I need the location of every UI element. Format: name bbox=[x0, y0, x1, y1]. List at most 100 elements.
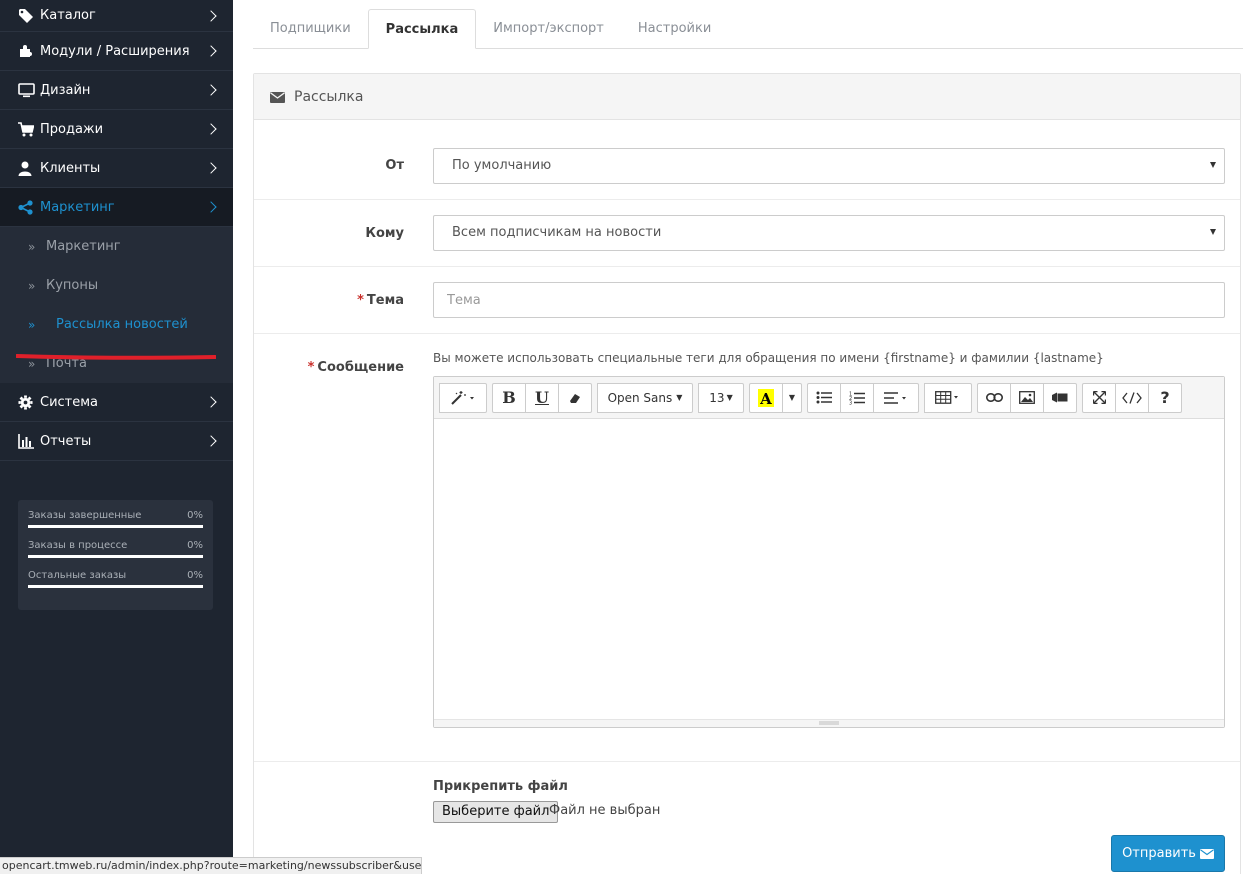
bar-chart-icon bbox=[18, 433, 36, 449]
fullscreen-button[interactable] bbox=[1082, 382, 1116, 413]
send-button[interactable]: Отправить bbox=[1111, 835, 1225, 872]
bold-button[interactable]: B bbox=[492, 382, 526, 413]
submenu-item-coupons[interactable]: » Купоны bbox=[0, 266, 233, 305]
fullscreen-icon bbox=[1092, 391, 1106, 404]
editor-content-area[interactable] bbox=[434, 419, 1224, 719]
red-underline-annotation bbox=[16, 354, 216, 360]
sidebar-item-marketing[interactable]: Маркетинг bbox=[0, 188, 233, 227]
panel-heading: Рассылка bbox=[254, 74, 1240, 120]
from-row: От По умолчанию bbox=[254, 120, 1240, 200]
color-dropdown-button[interactable]: ▼ bbox=[782, 382, 802, 413]
double-chevron-icon: » bbox=[28, 278, 36, 293]
tab-subscribers[interactable]: Подпищики bbox=[253, 9, 368, 49]
submenu-item-marketing[interactable]: » Маркетинг bbox=[0, 227, 233, 266]
font-size-dropdown[interactable]: 13 ▼ bbox=[698, 382, 744, 413]
envelope-icon bbox=[270, 91, 285, 103]
order-stats: Заказы завершенные 0% Заказы в процессе 0%… bbox=[18, 500, 213, 610]
submenu-item-mail[interactable]: » Почта bbox=[0, 344, 233, 383]
to-select[interactable]: Всем подписчикам на новости bbox=[433, 215, 1225, 251]
stat-other: Остальные заказы 0% bbox=[28, 570, 203, 588]
submenu-item-label: Маркетинг bbox=[46, 239, 121, 254]
sidebar-item-sales[interactable]: Продажи bbox=[0, 110, 233, 149]
submenu-item-newsletter[interactable]: » Рассылка новостей bbox=[0, 305, 233, 344]
sidebar-item-label: Клиенты bbox=[40, 160, 101, 176]
chevron-right-icon bbox=[205, 45, 217, 57]
help-button[interactable]: ? bbox=[1148, 382, 1182, 413]
submenu-item-label: Рассылка новостей bbox=[56, 317, 188, 332]
video-icon bbox=[1052, 392, 1068, 403]
video-button[interactable] bbox=[1043, 382, 1077, 413]
eraser-button[interactable] bbox=[558, 382, 592, 413]
chevron-right-icon bbox=[205, 9, 217, 22]
double-chevron-icon: » bbox=[28, 239, 36, 254]
monitor-icon bbox=[18, 82, 36, 98]
from-select[interactable]: По умолчанию bbox=[433, 148, 1225, 184]
to-select-value: Всем подписчикам на новости bbox=[452, 225, 662, 240]
sidebar-item-customers[interactable]: Клиенты bbox=[0, 149, 233, 188]
subject-label: * Тема bbox=[357, 293, 404, 308]
newsletter-panel: Рассылка От По умолчанию Кому Всем подпи… bbox=[253, 73, 1241, 874]
svg-text:A: A bbox=[759, 390, 772, 407]
share-icon bbox=[18, 199, 36, 215]
choose-file-button[interactable]: Выберите файл bbox=[433, 801, 559, 823]
sidebar-item-label: Система bbox=[40, 394, 99, 410]
editor-toolbar: B U Open Sans ▼ 13 ▼ A ▼ 1 2 3 ? bbox=[434, 377, 1224, 419]
tab-settings[interactable]: Настройки bbox=[621, 9, 728, 49]
code-view-button[interactable] bbox=[1115, 382, 1149, 413]
unordered-list-icon bbox=[816, 391, 832, 404]
from-select-value: По умолчанию bbox=[452, 158, 552, 173]
stat-progress-bar bbox=[28, 585, 203, 588]
sidebar-item-label: Отчеты bbox=[40, 433, 92, 449]
unordered-list-button[interactable] bbox=[807, 382, 841, 413]
subject-input[interactable] bbox=[433, 282, 1225, 318]
sidebar-item-extensions[interactable]: Модули / Расширения bbox=[0, 32, 233, 71]
sidebar-item-design[interactable]: Дизайн bbox=[0, 71, 233, 110]
ordered-list-button[interactable]: 123 bbox=[840, 382, 874, 413]
paragraph-group: 123 bbox=[807, 382, 919, 413]
double-chevron-icon: » bbox=[28, 317, 36, 332]
chevron-right-icon bbox=[205, 84, 217, 96]
stat-progress-bar bbox=[28, 525, 203, 528]
stat-value: 0% bbox=[187, 540, 203, 551]
caret-down-icon bbox=[1210, 162, 1216, 168]
font-name-group: Open Sans ▼ bbox=[597, 382, 693, 413]
caret-down-icon: ▼ bbox=[788, 393, 796, 402]
link-button[interactable] bbox=[977, 382, 1011, 413]
font-family-dropdown[interactable]: Open Sans ▼ bbox=[597, 382, 693, 413]
sidebar-item-system[interactable]: Система bbox=[0, 383, 233, 422]
sidebar-item-catalog[interactable]: Каталог bbox=[0, 0, 233, 32]
user-icon bbox=[18, 160, 36, 176]
magic-wand-button[interactable] bbox=[439, 382, 487, 413]
sidebar-item-reports[interactable]: Отчеты bbox=[0, 422, 233, 461]
stat-value: 0% bbox=[187, 570, 203, 581]
stat-label: Заказы завершенные bbox=[28, 510, 142, 521]
font-family-value: Open Sans bbox=[607, 390, 673, 405]
file-status-text: Файл не выбран bbox=[549, 803, 661, 818]
rich-text-editor: B U Open Sans ▼ 13 ▼ A ▼ 1 2 3 ? bbox=[433, 376, 1225, 728]
text-color-button[interactable]: A bbox=[749, 382, 783, 413]
envelope-icon bbox=[1199, 848, 1214, 859]
chevron-right-icon bbox=[205, 435, 217, 447]
stat-label: Заказы в процессе bbox=[28, 540, 128, 551]
subject-label-text: Тема bbox=[366, 293, 404, 308]
align-dropdown-button[interactable] bbox=[873, 382, 919, 413]
message-hint: Вы можете использовать специальные теги … bbox=[433, 351, 1104, 365]
stat-processing: Заказы в процессе 0% bbox=[28, 540, 203, 558]
tab-newsletter[interactable]: Рассылка bbox=[367, 9, 477, 49]
picture-button[interactable] bbox=[1010, 382, 1044, 413]
sidebar: Каталог Модули / Расширения Дизайн Прода… bbox=[0, 0, 233, 874]
code-icon bbox=[1122, 391, 1142, 404]
view-group: ? bbox=[1082, 382, 1182, 413]
caret-down-icon: ▼ bbox=[676, 393, 683, 402]
magic-wand-icon bbox=[451, 390, 474, 405]
table-dropdown-button[interactable] bbox=[924, 382, 972, 413]
picture-icon bbox=[1019, 391, 1035, 404]
required-asterisk: * bbox=[307, 360, 315, 375]
editor-resize-handle[interactable] bbox=[434, 719, 1224, 727]
stat-value: 0% bbox=[187, 510, 203, 521]
underline-button[interactable]: U bbox=[525, 382, 559, 413]
font-style-group: B U bbox=[492, 382, 592, 413]
tab-import-export[interactable]: Импорт/экспорт bbox=[476, 9, 621, 49]
subject-row: * Тема bbox=[254, 267, 1240, 334]
question-icon: ? bbox=[1160, 388, 1170, 407]
